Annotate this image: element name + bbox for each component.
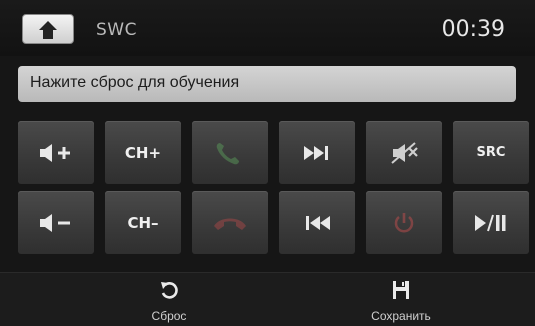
mute-icon <box>391 141 418 164</box>
call-button[interactable] <box>192 121 268 184</box>
channel-down-label: CH– <box>127 213 159 232</box>
reset-icon <box>161 282 178 299</box>
reset-label: Сброс <box>151 309 187 323</box>
footer-bar: Сброс Сохранить <box>0 272 535 326</box>
swc-screen: SWC 00:39 Нажите сброс для обучения CH+ <box>0 0 535 326</box>
play-pause-button[interactable] <box>453 191 529 254</box>
instruction-bar: Нажите сброс для обучения <box>18 66 516 102</box>
header-bar: SWC 00:39 <box>0 0 535 56</box>
hang-up-button[interactable] <box>192 191 268 254</box>
play-pause-icon <box>475 214 506 231</box>
home-icon <box>39 21 57 39</box>
mute-button[interactable] <box>366 121 442 184</box>
power-button[interactable] <box>366 191 442 254</box>
save-icon <box>393 281 409 299</box>
next-track-button[interactable] <box>279 121 355 184</box>
source-label: SRC <box>476 145 506 160</box>
previous-track-icon <box>306 215 330 230</box>
volume-up-button[interactable] <box>18 121 94 184</box>
next-track-icon <box>304 145 328 160</box>
phone-call-icon <box>216 142 239 164</box>
channel-down-button[interactable]: CH– <box>105 191 181 254</box>
instruction-text: Нажите сброс для обучения <box>30 74 240 91</box>
previous-track-button[interactable] <box>279 191 355 254</box>
home-button[interactable] <box>22 14 74 44</box>
source-button[interactable]: SRC <box>453 121 529 184</box>
clock: 00:39 <box>441 17 505 42</box>
channel-up-button[interactable]: CH+ <box>105 121 181 184</box>
phone-hangup-icon <box>214 218 246 230</box>
volume-down-icon <box>40 213 70 232</box>
volume-up-icon <box>40 143 70 162</box>
save-button[interactable]: Сохранить <box>321 273 481 326</box>
channel-up-label: CH+ <box>124 143 162 162</box>
page-title: SWC <box>96 20 137 40</box>
volume-down-button[interactable] <box>18 191 94 254</box>
power-icon <box>394 212 414 232</box>
save-label: Сохранить <box>371 309 431 323</box>
reset-button[interactable]: Сброс <box>89 273 249 326</box>
